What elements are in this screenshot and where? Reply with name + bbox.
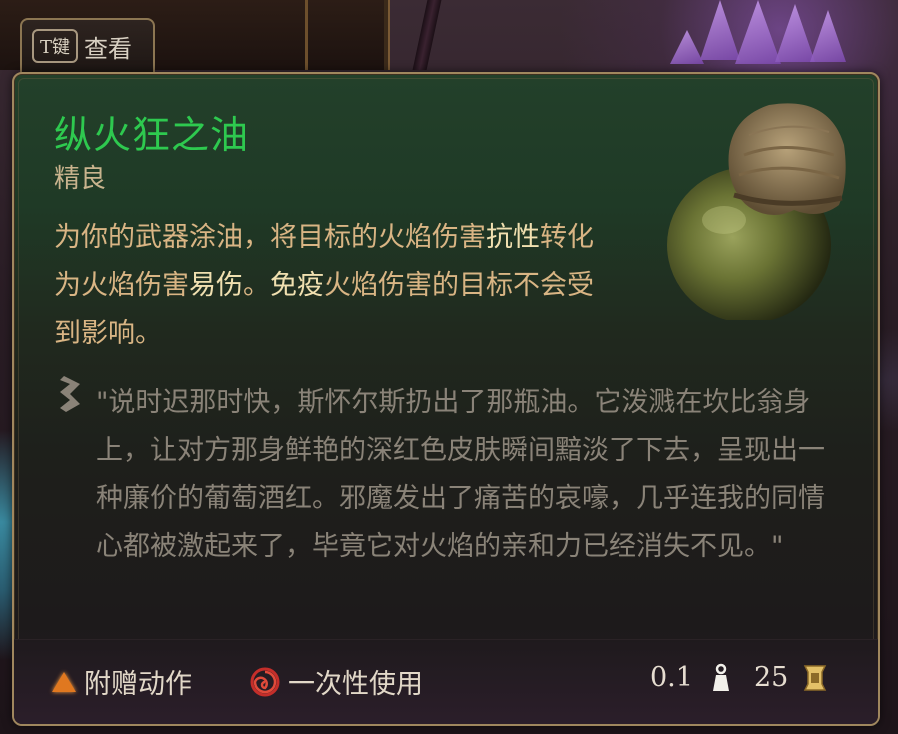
crystal-decoration (670, 30, 704, 64)
value-stat: 25 (754, 662, 828, 693)
usage-type: 一次性使用 (250, 662, 423, 701)
oil-jar-icon (667, 103, 846, 320)
item-description: 为你的武器涂油，将目标的火焰伤害抗性转化为火焰伤害易伤。免疫火焰伤害的目标不会受… (54, 214, 614, 358)
keyword-highlight[interactable]: 易伤 (189, 270, 243, 301)
gold-value: 25 (754, 662, 789, 693)
weight-value: 0.1 (650, 662, 693, 693)
crystal-decoration (735, 0, 781, 64)
hotkey-badge: T键 (32, 29, 79, 63)
tooltip-footer: 附赠动作 一次性使用 0.1 25 (14, 639, 878, 724)
crystal-decoration (775, 4, 815, 62)
action-type: 附赠动作 (52, 662, 192, 701)
item-flavor-text: "说时迟那时快，斯怀尔斯扔出了那瓶油。它泼溅在坎比翁身上，让对方那身鲜艳的深红色… (96, 387, 825, 562)
bonus-action-triangle-icon (52, 671, 76, 692)
view-details-button[interactable]: T键 查看 (20, 18, 155, 72)
background-branch (412, 0, 442, 70)
gold-coin-icon (804, 664, 827, 691)
quote-scroll-icon (60, 376, 80, 412)
item-name: 纵火狂之油 (54, 113, 250, 157)
crystal-decoration (810, 10, 846, 62)
view-button-label: 查看 (84, 34, 133, 63)
weight-stat: 0.1 (650, 662, 733, 693)
item-tooltip: 纵火狂之油 精良 为你的武器涂油，将目标的火焰伤害抗性转化为火焰伤害易伤。免疫火… (12, 72, 880, 726)
keyword-highlight[interactable]: 免疫 (270, 270, 324, 301)
item-rarity: 精良 (54, 164, 107, 194)
weight-icon (712, 663, 729, 691)
keyword-highlight[interactable]: 抗性 (486, 222, 540, 253)
description-text: 。 (243, 270, 270, 301)
usage-label: 一次性使用 (288, 669, 423, 700)
single-use-swirl-icon (250, 667, 280, 696)
crystal-decoration (700, 0, 740, 60)
description-text: 为你的武器涂油，将目标的火焰伤害 (54, 222, 486, 253)
action-type-label: 附赠动作 (84, 669, 192, 700)
